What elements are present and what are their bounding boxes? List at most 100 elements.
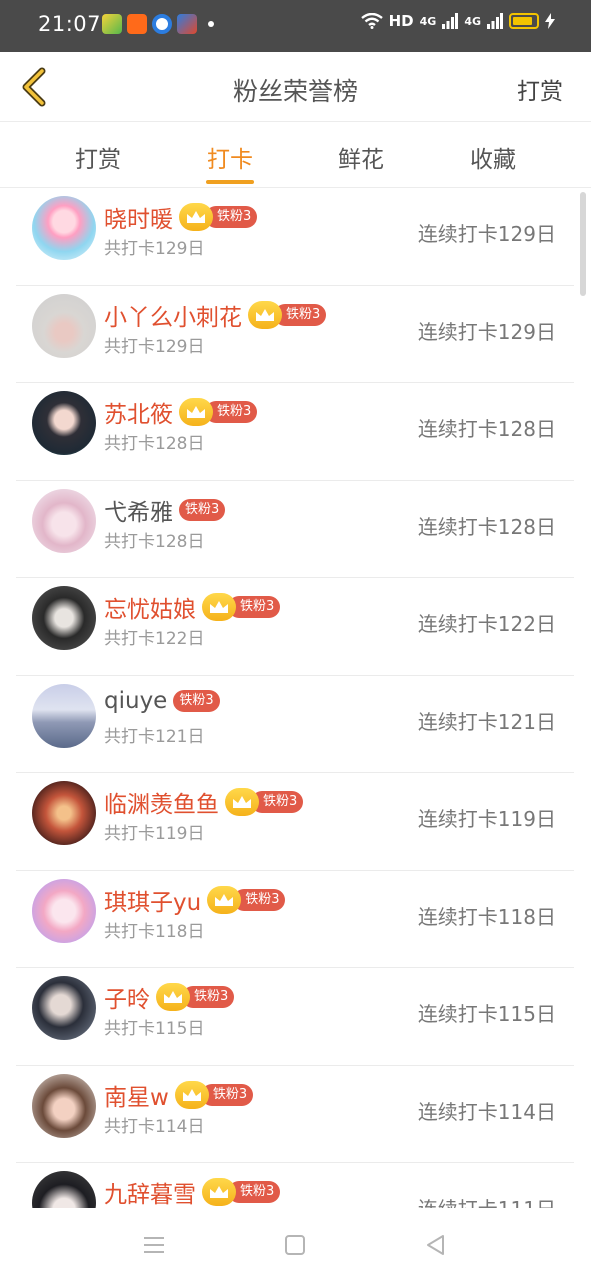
- crown-icon: [202, 1178, 236, 1206]
- fan-ranking-list[interactable]: 晓时暖 铁粉3 共打卡129日 连续打卡129日 小丫么小刺花 铁粉3 共打卡1…: [16, 188, 574, 1208]
- tab-bar: 打赏 打卡 鲜花 收藏: [0, 122, 591, 188]
- status-time: 21:07: [38, 12, 102, 36]
- tab-tip[interactable]: 打赏: [48, 140, 148, 174]
- fan-level-badge: 铁粉3: [248, 300, 327, 329]
- list-item[interactable]: 南星w 铁粉3 共打卡114日 连续打卡114日: [16, 1066, 574, 1163]
- list-item[interactable]: 晓时暖 铁粉3 共打卡129日 连续打卡129日: [16, 188, 574, 286]
- fan-level-badge: 铁粉3: [156, 983, 235, 1011]
- tab-checkin[interactable]: 打卡: [180, 140, 280, 174]
- fan-name: 晓时暖: [104, 207, 173, 233]
- back-triangle-icon: [427, 1235, 444, 1255]
- more-notifications-icon: [208, 21, 214, 27]
- avatar: [32, 1171, 96, 1208]
- streak-checkin: 连续打卡129日: [417, 319, 556, 344]
- streak-checkin: 连续打卡128日: [417, 514, 556, 539]
- app-notification-icon: [177, 14, 197, 34]
- fan-level-badge: 铁粉3: [179, 203, 258, 231]
- list-item[interactable]: 子昤 铁粉3 共打卡115日 连续打卡115日: [16, 968, 574, 1066]
- tab-collection[interactable]: 收藏: [443, 140, 543, 174]
- total-checkin: 共打卡122日: [104, 629, 205, 649]
- total-checkin: 共打卡115日: [104, 1019, 205, 1039]
- list-item[interactable]: 九辞暮雪 铁粉3 连续打卡111日: [16, 1163, 574, 1208]
- avatar: [32, 488, 96, 553]
- fan-level-badge: 铁粉3: [174, 1080, 254, 1109]
- app-notification-icon: [102, 14, 122, 34]
- wifi-icon: [360, 13, 383, 29]
- fan-name: 苏北筱: [104, 402, 173, 428]
- home-button[interactable]: [280, 1230, 310, 1260]
- fan-level-badge: 铁粉3: [207, 885, 286, 914]
- back-nav-button[interactable]: [420, 1230, 450, 1260]
- fan-badge-label: 铁粉3: [233, 888, 286, 911]
- battery-icon: [509, 13, 539, 29]
- list-item[interactable]: 弋希雅 铁粉3 共打卡128日 连续打卡128日: [16, 481, 574, 578]
- list-item[interactable]: 苏北筱 铁粉3 共打卡128日 连续打卡128日: [16, 383, 574, 481]
- charging-icon: [545, 13, 555, 29]
- crown-icon: [207, 885, 242, 914]
- notification-icons: [102, 14, 214, 34]
- avatar: [32, 391, 96, 455]
- avatar: [32, 878, 96, 943]
- total-checkin: 共打卡119日: [104, 824, 205, 844]
- avatar: [32, 683, 96, 748]
- streak-checkin: 连续打卡115日: [417, 1002, 556, 1026]
- fan-name: 九辞暮雪: [104, 1182, 196, 1208]
- fan-name: 子昤: [104, 987, 150, 1013]
- avatar: [32, 1073, 96, 1138]
- tip-button[interactable]: 打赏: [517, 72, 563, 106]
- fan-level-badge: 铁粉3: [202, 593, 281, 621]
- crown-icon: [179, 398, 213, 426]
- app-notification-icon: [152, 14, 172, 34]
- list-item[interactable]: 小丫么小刺花 铁粉3 共打卡129日 连续打卡129日: [16, 286, 574, 383]
- crown-icon: [202, 593, 236, 621]
- streak-checkin: 连续打卡114日: [417, 1099, 556, 1124]
- total-checkin: 共打卡128日: [104, 434, 205, 454]
- network-type: HD: [388, 12, 414, 30]
- list-item[interactable]: qiuye 铁粉3 共打卡121日 连续打卡121日: [16, 676, 574, 773]
- crown-icon: [156, 983, 190, 1011]
- total-checkin: 共打卡114日: [104, 1116, 205, 1137]
- streak-checkin: 连续打卡119日: [417, 807, 556, 831]
- signal-label: 4G: [419, 14, 437, 28]
- crown-icon: [225, 788, 259, 816]
- streak-checkin: 连续打卡128日: [417, 417, 556, 441]
- fan-name: 小丫么小刺花: [104, 304, 242, 331]
- list-item[interactable]: 琪琪子yu 铁粉3 共打卡118日 连续打卡118日: [16, 871, 574, 968]
- app-notification-icon: [127, 14, 147, 34]
- avatar: [32, 196, 96, 260]
- streak-checkin: 连续打卡111日: [418, 1193, 556, 1208]
- fan-badge-label: 铁粉3: [179, 498, 226, 521]
- total-checkin: 共打卡129日: [104, 336, 205, 357]
- avatar: [32, 293, 96, 358]
- tab-flowers[interactable]: 鲜花: [311, 140, 411, 174]
- streak-checkin: 连续打卡122日: [417, 612, 556, 636]
- page-title: 粉丝荣誉榜: [232, 77, 358, 106]
- fan-level-badge: 铁粉3: [202, 1178, 281, 1206]
- streak-checkin: 连续打卡118日: [417, 904, 556, 929]
- fan-name: 南星w: [104, 1084, 169, 1111]
- menu-button[interactable]: [139, 1230, 169, 1260]
- signal-icon: [442, 13, 459, 29]
- menu-icon: [144, 1237, 164, 1253]
- fan-name: 琪琪子yu: [104, 889, 202, 916]
- scrollbar[interactable]: [580, 192, 586, 296]
- total-checkin: 共打卡118日: [104, 921, 205, 942]
- header: 粉丝荣誉榜 打赏: [0, 52, 591, 122]
- home-square-icon: [285, 1235, 305, 1255]
- signal-label: 4G: [464, 14, 481, 28]
- active-tab-indicator: [206, 180, 254, 184]
- list-item[interactable]: 忘忧姑娘 铁粉3 共打卡122日 连续打卡122日: [16, 578, 574, 676]
- list-item[interactable]: 临渊羡鱼鱼 铁粉3 共打卡119日 连续打卡119日: [16, 773, 574, 871]
- fan-name: 忘忧姑娘: [104, 597, 196, 623]
- crown-icon: [174, 1080, 209, 1109]
- fan-level-badge: 铁粉3: [179, 398, 258, 426]
- system-nav-bar: [0, 1208, 591, 1280]
- signal-icon: [487, 13, 503, 29]
- fan-name: 临渊羡鱼鱼: [104, 792, 219, 818]
- total-checkin: 共打卡128日: [104, 531, 205, 552]
- avatar: [32, 586, 96, 650]
- streak-checkin: 连续打卡129日: [417, 222, 556, 246]
- fan-name: 弋希雅: [104, 499, 173, 526]
- total-checkin: 共打卡121日: [104, 726, 205, 747]
- fan-badge-label: 铁粉3: [173, 689, 220, 712]
